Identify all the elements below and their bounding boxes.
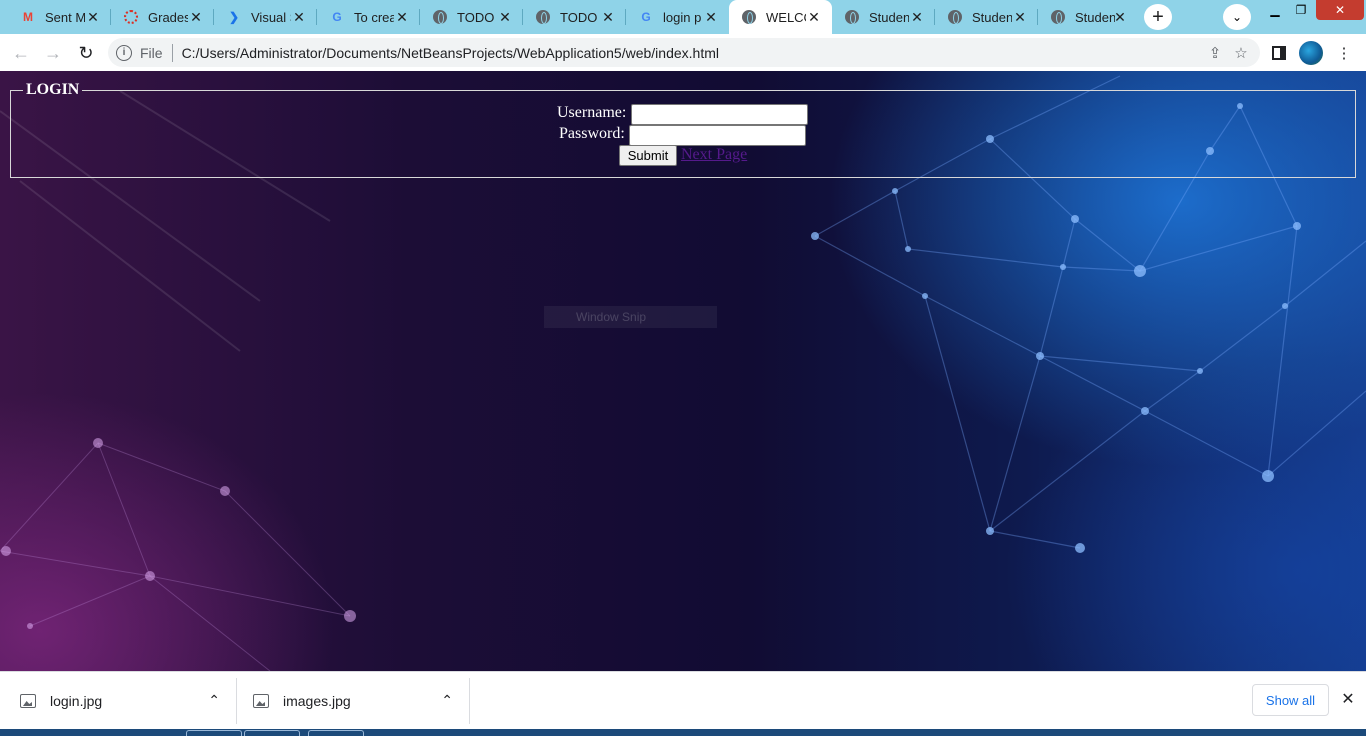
globe-icon bbox=[432, 9, 448, 25]
username-field[interactable] bbox=[631, 104, 808, 125]
tab-student-1[interactable]: Studen ✕ bbox=[832, 0, 935, 34]
reload-icon: ↻ bbox=[78, 42, 94, 63]
tab-close-icon[interactable]: ✕ bbox=[600, 9, 616, 25]
next-page-link[interactable]: Next Page bbox=[681, 146, 747, 164]
os-taskbar bbox=[0, 729, 1366, 736]
tab-close-icon[interactable]: ✕ bbox=[1012, 9, 1028, 25]
chevron-up-icon[interactable]: ⌃ bbox=[208, 692, 220, 709]
download-filename: images.jpg bbox=[283, 693, 351, 709]
tab-title: Visual S bbox=[251, 9, 291, 25]
side-panel-icon bbox=[1272, 46, 1286, 60]
tab-to-create[interactable]: G To crea ✕ bbox=[317, 0, 420, 34]
download-item[interactable]: login.jpg ⌃ bbox=[0, 672, 236, 730]
tab-close-icon[interactable]: ✕ bbox=[703, 9, 719, 25]
globe-icon bbox=[947, 9, 963, 25]
tab-grades[interactable]: Grades ✕ bbox=[111, 0, 214, 34]
tab-title: To crea bbox=[354, 9, 394, 25]
globe-icon bbox=[1050, 9, 1066, 25]
tab-title: TODO s bbox=[560, 9, 600, 25]
tab-close-icon[interactable]: ✕ bbox=[1112, 9, 1128, 25]
image-file-icon bbox=[20, 694, 36, 708]
share-icon[interactable]: ⇪ bbox=[1202, 40, 1228, 66]
tab-title: WELCC bbox=[766, 9, 806, 25]
profile-button[interactable] bbox=[1298, 40, 1324, 66]
tab-title: Studen bbox=[972, 9, 1012, 25]
tab-strip: M Sent M ✕ Grades ✕ ❯ Visual S ✕ G To cr… bbox=[0, 0, 1366, 34]
login-legend: LOGIN bbox=[26, 81, 80, 98]
tab-title: Sent M bbox=[45, 9, 85, 25]
taskbar-item[interactable] bbox=[186, 730, 242, 736]
plus-icon: + bbox=[1152, 5, 1164, 28]
close-shelf-button[interactable]: ✕ bbox=[1337, 688, 1359, 710]
password-label: Password: bbox=[559, 125, 625, 142]
tab-search-button[interactable]: ⌄ bbox=[1223, 4, 1251, 30]
submit-button[interactable]: Submit bbox=[619, 145, 677, 166]
chevron-up-icon[interactable]: ⌃ bbox=[441, 692, 453, 709]
forward-button[interactable]: → bbox=[40, 40, 66, 66]
more-vert-icon: ⋮ bbox=[1336, 45, 1352, 62]
info-icon[interactable]: i bbox=[116, 44, 132, 61]
tab-welcome[interactable]: WELCC ✕ bbox=[729, 0, 832, 34]
restore-button[interactable]: ❐ bbox=[1288, 0, 1314, 20]
browser-toolbar: ← → ↻ i File C:/Users/Administrator/Docu… bbox=[0, 34, 1366, 71]
password-field[interactable] bbox=[629, 125, 806, 146]
tab-close-icon[interactable]: ✕ bbox=[85, 9, 101, 25]
chevron-down-icon: ⌄ bbox=[1231, 10, 1243, 24]
url-text[interactable]: C:/Users/Administrator/Documents/NetBean… bbox=[182, 45, 1202, 61]
tab-close-icon[interactable]: ✕ bbox=[909, 9, 925, 25]
google-icon: G bbox=[641, 10, 651, 24]
tab-close-icon[interactable]: ✕ bbox=[291, 9, 307, 25]
globe-icon bbox=[535, 9, 551, 25]
image-file-icon bbox=[253, 694, 269, 708]
taskbar-item[interactable] bbox=[308, 730, 364, 736]
close-icon: ✕ bbox=[1334, 3, 1346, 17]
new-tab-button[interactable]: + bbox=[1144, 4, 1172, 30]
google-icon: G bbox=[332, 10, 342, 24]
show-all-button[interactable]: Show all bbox=[1252, 684, 1329, 716]
tab-todo-2[interactable]: TODO s ✕ bbox=[523, 0, 626, 34]
arrow-left-icon: ← bbox=[12, 42, 30, 63]
side-panel-button[interactable] bbox=[1266, 40, 1292, 66]
minimize-icon: ▁ bbox=[1270, 3, 1280, 17]
globe-icon bbox=[844, 9, 860, 25]
download-item[interactable]: images.jpg ⌃ bbox=[233, 672, 469, 730]
tab-close-icon[interactable]: ✕ bbox=[188, 9, 204, 25]
minimize-button[interactable]: ▁ bbox=[1262, 0, 1288, 20]
tab-login-page[interactable]: G login p ✕ bbox=[626, 0, 729, 34]
menu-button[interactable]: ⋮ bbox=[1331, 40, 1357, 66]
tab-title: TODO s bbox=[457, 9, 497, 25]
download-filename: login.jpg bbox=[50, 693, 103, 709]
address-bar[interactable]: i File C:/Users/Administrator/Documents/… bbox=[108, 38, 1260, 67]
back-button[interactable]: ← bbox=[8, 40, 34, 66]
reload-button[interactable]: ↻ bbox=[73, 40, 99, 66]
tab-visual-studio[interactable]: ❯ Visual S ✕ bbox=[214, 0, 317, 34]
tab-gmail[interactable]: M Sent M ✕ bbox=[8, 0, 111, 34]
tab-title: Studen bbox=[1075, 9, 1115, 25]
avatar bbox=[1299, 41, 1323, 65]
close-window-button[interactable]: ✕ bbox=[1316, 0, 1364, 20]
arrow-right-icon: → bbox=[44, 42, 62, 63]
file-scheme-label: File bbox=[140, 44, 163, 61]
globe-icon bbox=[741, 9, 757, 25]
tab-title: Grades bbox=[148, 9, 188, 25]
gmail-icon: M bbox=[23, 10, 33, 24]
grades-spinner-icon bbox=[123, 9, 139, 25]
tab-student-2[interactable]: Studen ✕ bbox=[935, 0, 1038, 34]
username-label: Username: bbox=[557, 104, 627, 121]
restore-icon: ❐ bbox=[1295, 3, 1307, 17]
tab-close-icon[interactable]: ✕ bbox=[394, 9, 410, 25]
taskbar-item[interactable] bbox=[244, 730, 300, 736]
tab-todo-1[interactable]: TODO s ✕ bbox=[420, 0, 523, 34]
tab-title: login p bbox=[663, 9, 702, 25]
window-snip-overlay: Window Snip bbox=[544, 306, 717, 328]
tab-student-3[interactable]: Studen ✕ bbox=[1038, 0, 1138, 34]
tab-close-icon[interactable]: ✕ bbox=[806, 9, 822, 25]
close-icon: ✕ bbox=[1341, 691, 1355, 708]
download-shelf: login.jpg ⌃ images.jpg ⌃ Show all ✕ bbox=[0, 671, 1366, 729]
vscode-icon: ❯ bbox=[228, 10, 240, 24]
tab-close-icon[interactable]: ✕ bbox=[497, 9, 513, 25]
page-viewport: LOGIN Username: Password: Submit Next Pa… bbox=[0, 71, 1366, 671]
tab-title: Studen bbox=[869, 9, 909, 25]
bookmark-star-icon[interactable]: ☆ bbox=[1228, 40, 1254, 66]
